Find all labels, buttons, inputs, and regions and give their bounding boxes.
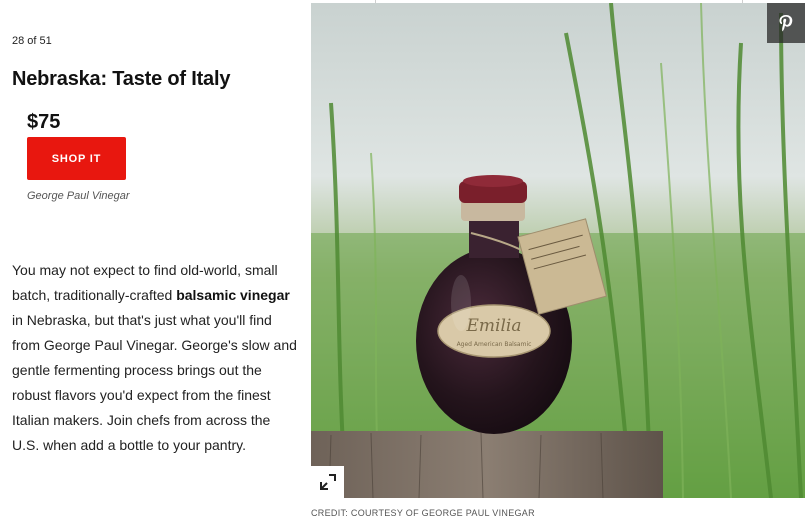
photo-credit: CREDIT: COURTESY OF GEORGE PAUL VINEGAR — [311, 508, 535, 518]
shop-it-button[interactable]: SHOP IT — [27, 137, 126, 180]
expand-button[interactable] — [311, 466, 344, 498]
expand-icon — [319, 474, 336, 490]
pinterest-icon — [779, 15, 793, 32]
bottle-label-sub: Aged American Balsamic — [457, 341, 532, 348]
product-photo: Emilia Aged American Balsamic — [311, 3, 805, 498]
bottle-label-script: Emilia — [466, 316, 522, 336]
slide-text-panel: 28 of 51 Nebraska: Taste of Italy $75 SH… — [0, 0, 310, 528]
pinterest-button[interactable] — [767, 3, 805, 43]
slide-title: Nebraska: Taste of Italy — [12, 68, 231, 90]
slide-description: You may not expect to find old-world, sm… — [12, 258, 297, 458]
slide-counter: 28 of 51 — [12, 35, 52, 47]
description-link-balsamic[interactable]: balsamic vinegar — [176, 287, 290, 303]
product-brand: George Paul Vinegar — [27, 190, 130, 202]
product-price: $75 — [27, 111, 61, 133]
description-text-2: in Nebraska, but that's just what you'll… — [12, 312, 297, 453]
